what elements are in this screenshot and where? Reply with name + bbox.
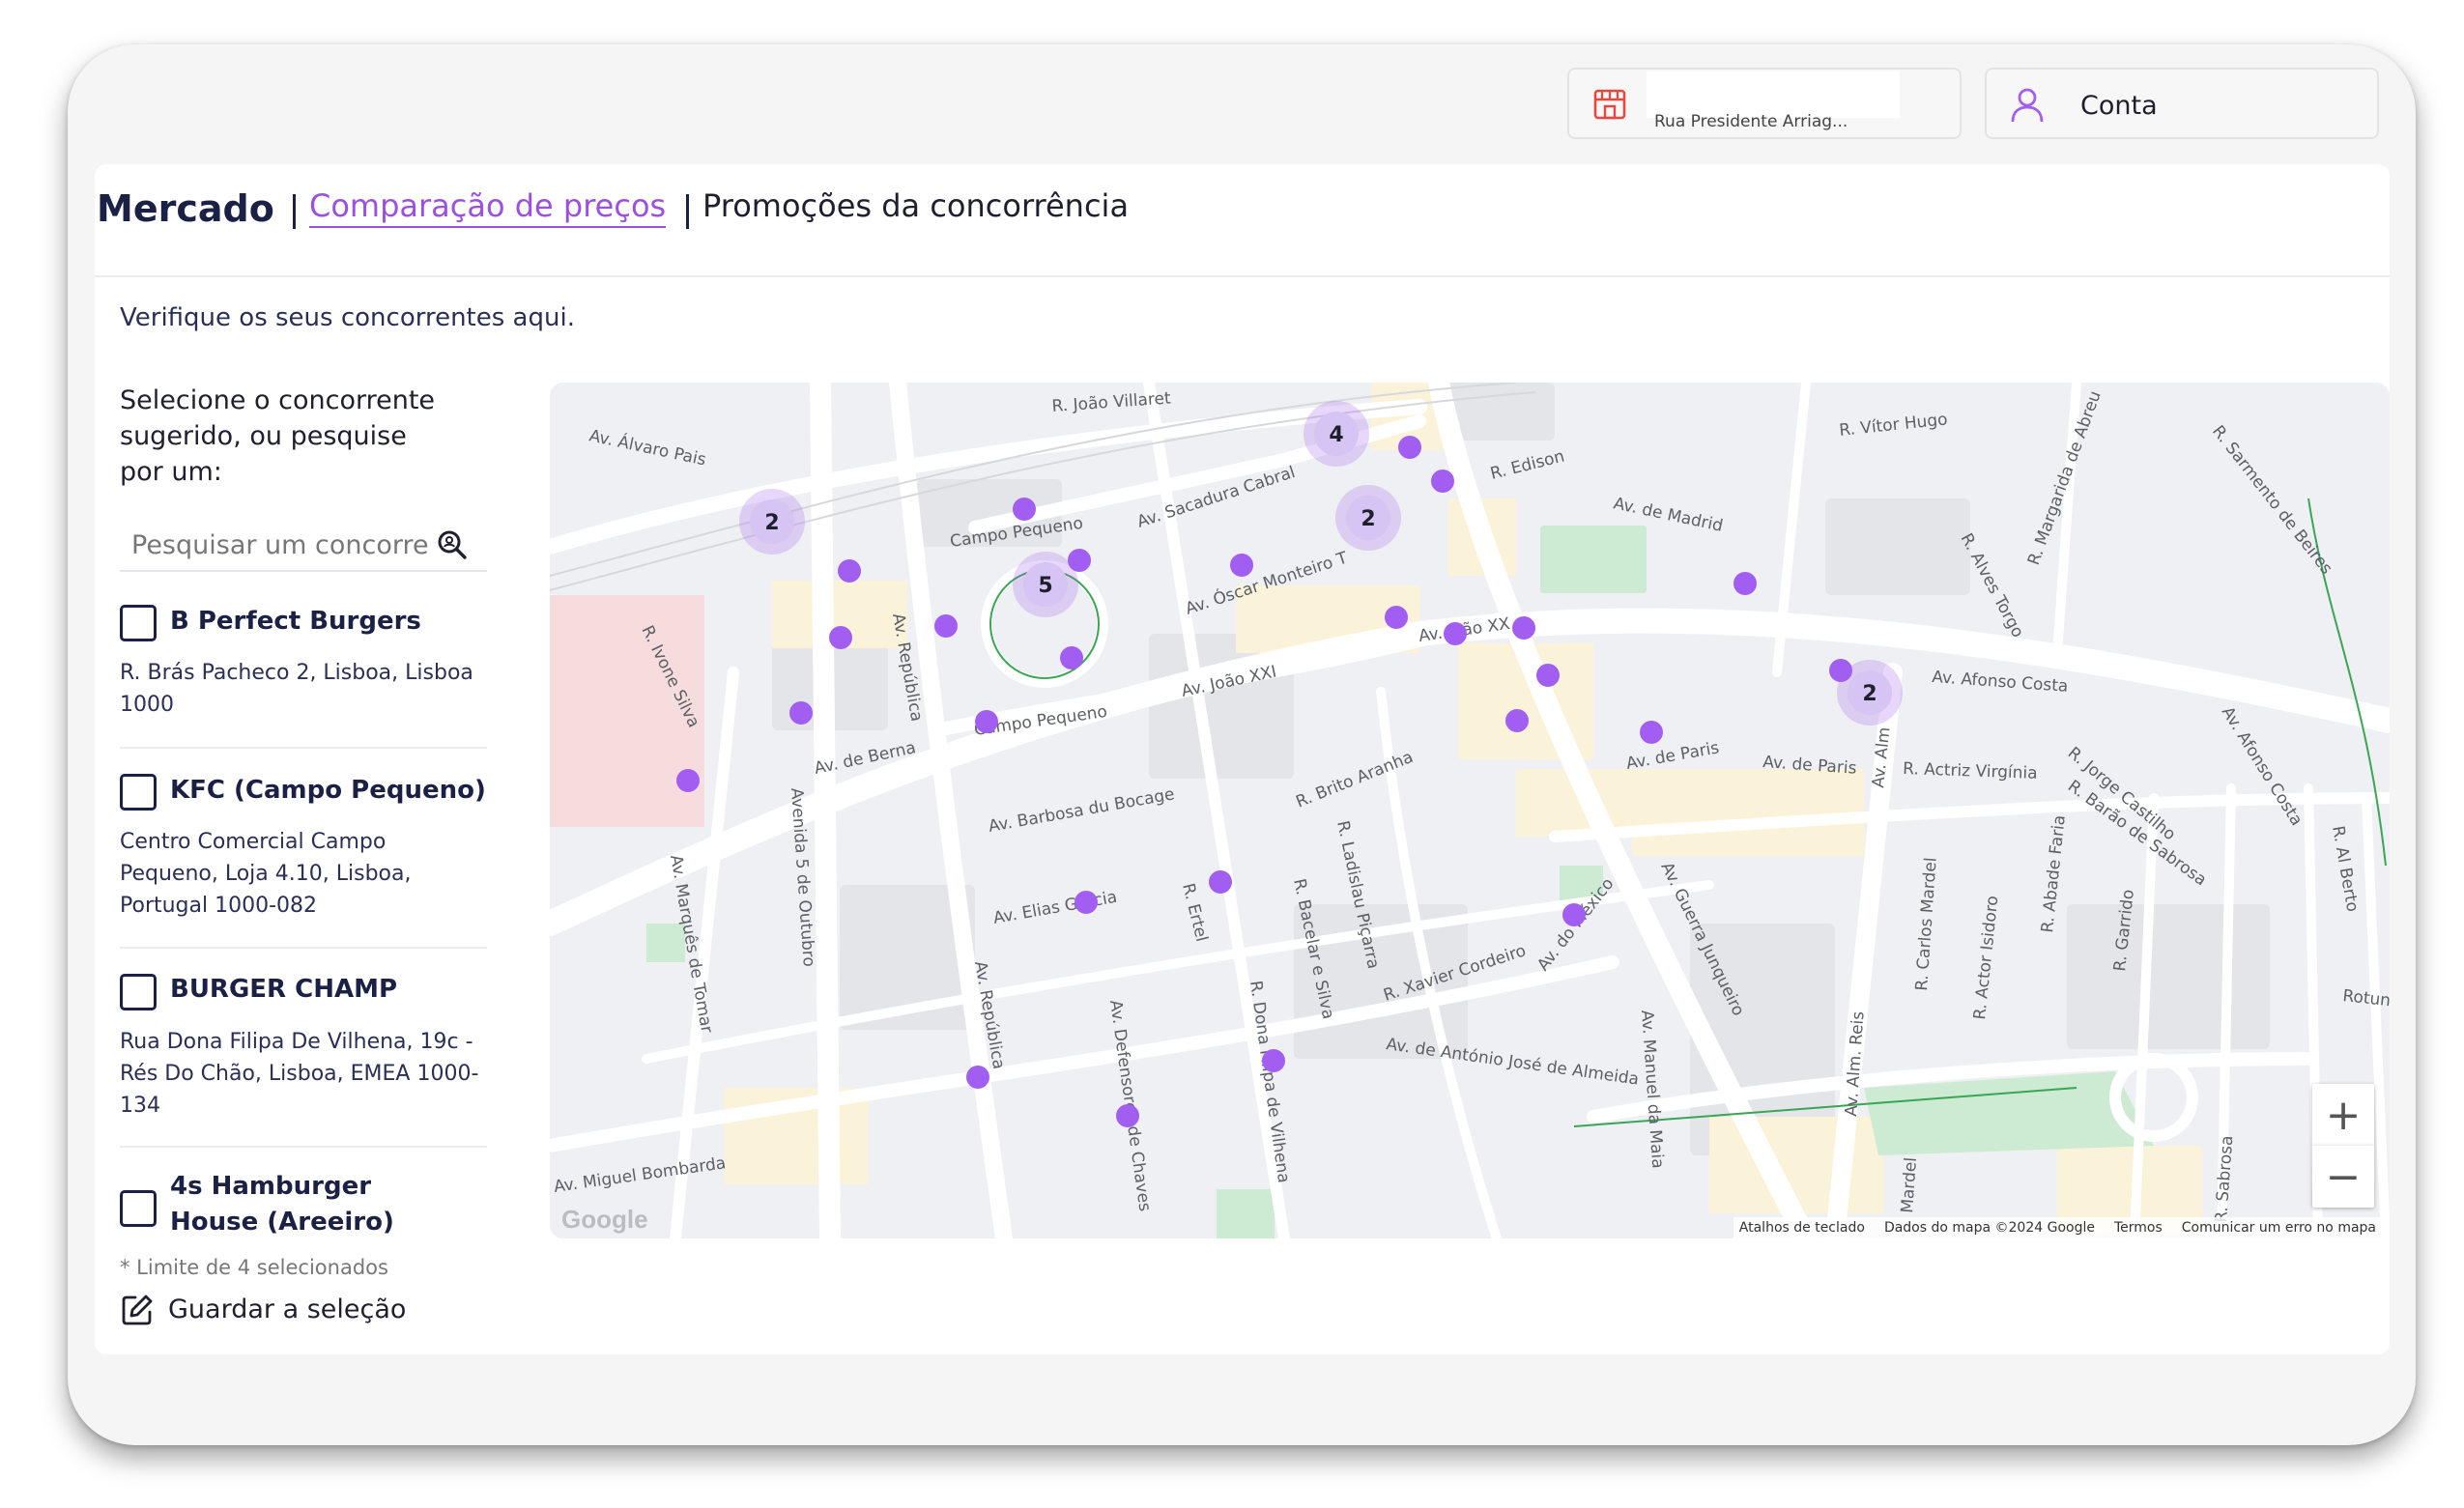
- competitor-address: Centro Comercial Campo Pequeno, Loja 4.1…: [120, 830, 412, 918]
- competitor-marker: [1505, 709, 1529, 732]
- competitor-marker: [1262, 1049, 1285, 1072]
- competitor-marker: [789, 701, 813, 725]
- cluster-marker: 2: [1335, 485, 1401, 551]
- competitor-marker: [1431, 469, 1454, 493]
- cluster-count: 2: [764, 511, 779, 535]
- competitor-marker: [1512, 616, 1535, 640]
- competitor-marker: [975, 710, 998, 733]
- cluster-marker: 5: [1013, 552, 1078, 617]
- store-address: Rua Presidente Arriag...: [1654, 112, 1848, 131]
- map-data-credit: Dados do mapa ©2024 Google: [1883, 1220, 2095, 1236]
- competitor-marker: [1733, 572, 1757, 595]
- competitor-marker: [676, 769, 700, 792]
- competitor-marker: [1536, 664, 1560, 687]
- list-item: BURGER CHAMP Rua Dona Filipa De Vilhena,…: [120, 951, 487, 1148]
- competitor-checkbox[interactable]: [120, 774, 157, 811]
- content-card: Mercado Comparação de preços Promoções d…: [95, 164, 2390, 1354]
- competitor-address: Rua Dona Filipa De Vilhena, 19c - Rés Do…: [120, 1030, 479, 1118]
- competitor-name: 4s Hamburger House (Areeiro): [170, 1172, 394, 1237]
- competitor-marker: [838, 559, 861, 583]
- report-error-link[interactable]: Comunicar um erro no mapa: [2182, 1220, 2376, 1236]
- competitor-name: KFC (Campo Pequeno): [170, 776, 486, 805]
- competitor-marker: [934, 614, 958, 638]
- list-item: 4s Hamburger House (Areeiro): [120, 1150, 487, 1246]
- competitor-marker: [829, 626, 852, 649]
- keyboard-shortcuts-link[interactable]: Atalhos de teclado: [1739, 1220, 1865, 1236]
- map-canvas[interactable]: Av. Álvaro Pais R. João Villaret Av. Sac…: [550, 383, 2390, 1238]
- cluster-marker: 2: [1837, 660, 1903, 726]
- terms-link[interactable]: Termos: [2114, 1220, 2163, 1236]
- competitor-map[interactable]: Av. Álvaro Pais R. João Villaret Av. Sac…: [550, 383, 2390, 1238]
- competitor-marker: [1060, 646, 1083, 669]
- competitor-marker: [1013, 498, 1036, 521]
- user-icon: [2011, 88, 2044, 123]
- section-nav: Mercado Comparação de preços Promoções d…: [95, 164, 2390, 277]
- page-title: Mercado: [97, 187, 274, 230]
- cluster-count: 4: [1329, 423, 1343, 447]
- competitor-marker: [1116, 1104, 1139, 1127]
- cluster-marker: 4: [1304, 401, 1369, 467]
- zoom-in-button[interactable]: +: [2312, 1084, 2374, 1146]
- store-selector[interactable]: Rua Presidente Arriag...: [1567, 68, 1962, 139]
- app-window: Rua Presidente Arriag... Conta Mercado C…: [68, 44, 2416, 1445]
- tab-competitor-promotions[interactable]: Promoções da concorrência: [702, 187, 1129, 224]
- search-input[interactable]: [131, 526, 431, 564]
- zoom-out-button[interactable]: −: [2312, 1146, 2374, 1208]
- competitor-checkbox[interactable]: [120, 1190, 157, 1227]
- cluster-count: 2: [1361, 507, 1375, 531]
- competitor-marker: [1398, 436, 1421, 459]
- tab-price-comparison[interactable]: Comparação de preços: [309, 187, 667, 228]
- account-label: Conta: [2080, 91, 2158, 121]
- account-button[interactable]: Conta: [1985, 68, 2379, 139]
- edit-icon: [122, 1295, 153, 1325]
- cluster-count: 5: [1038, 574, 1052, 598]
- google-logo: Google: [561, 1205, 648, 1234]
- competitor-select-label: Selecione o concorrente sugerido, ou pes…: [120, 385, 436, 487]
- store-name-redacted: [1647, 71, 1900, 118]
- selection-limit-note: * Limite de 4 selecionados: [120, 1256, 388, 1279]
- competitor-marker: [1209, 870, 1232, 894]
- competitor-marker: [966, 1066, 989, 1089]
- save-selection-label: Guardar a seleção: [168, 1295, 407, 1324]
- competitor-checkbox[interactable]: [120, 974, 157, 1010]
- store-icon: [1593, 89, 1626, 120]
- competitor-marker: [1230, 554, 1253, 577]
- competitor-name: B Perfect Burgers: [170, 607, 421, 636]
- competitor-marker: [1074, 891, 1098, 914]
- competitor-marker: [1562, 903, 1586, 926]
- competitor-marker: [1385, 606, 1408, 629]
- top-bar: Rua Presidente Arriag... Conta: [68, 44, 2416, 164]
- competitor-name: BURGER CHAMP: [170, 975, 398, 1004]
- cluster-count: 2: [1862, 682, 1877, 706]
- competitor-marker: [1640, 721, 1663, 744]
- cluster-marker: 2: [739, 489, 805, 555]
- list-item: B Perfect Burgers R. Brás Pacheco 2, Lis…: [120, 589, 487, 749]
- competitor-address: R. Brás Pacheco 2, Lisboa, Lisboa 1000: [120, 661, 473, 717]
- competitor-search: [120, 518, 487, 572]
- street-label: Mardel: [1898, 1156, 1921, 1213]
- competitor-marker: [1444, 622, 1467, 645]
- competitor-checkbox[interactable]: [120, 605, 157, 641]
- intro-text: Verifique os seus concorrentes aqui.: [120, 303, 575, 332]
- search-icon[interactable]: [435, 527, 470, 562]
- list-item: KFC (Campo Pequeno) Centro Comercial Cam…: [120, 751, 487, 949]
- nav-separator: [293, 194, 296, 229]
- nav-separator: [686, 194, 689, 229]
- map-attribution: Atalhos de teclado Dados do mapa ©2024 G…: [1733, 1217, 2382, 1238]
